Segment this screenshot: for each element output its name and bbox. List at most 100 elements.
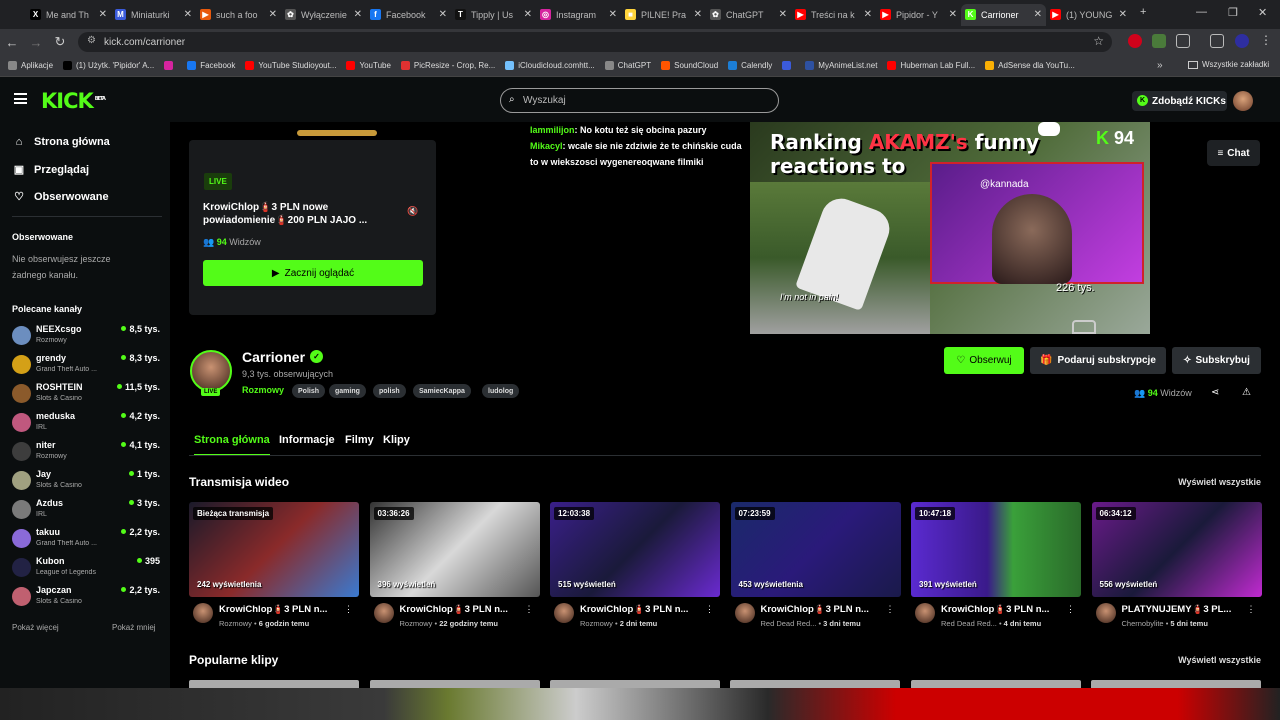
extensions-puzzle-icon[interactable] — [1176, 34, 1190, 48]
browser-tab[interactable]: X Me and Th ✕ — [26, 4, 111, 26]
gift-subs-button[interactable]: 🎁 Podaruj subskrypcje — [1030, 347, 1166, 374]
share-icon[interactable]: ⋖ — [1211, 387, 1219, 398]
tab-close-icon[interactable]: ✕ — [269, 9, 277, 20]
vod-more-icon[interactable]: ⋮ — [886, 604, 895, 615]
tab-close-icon[interactable]: ✕ — [524, 9, 532, 20]
profile-icon[interactable] — [1235, 34, 1249, 48]
stream-category[interactable]: Rozmowy — [242, 385, 284, 395]
recommended-channel[interactable]: NEEXcsgo Rozmowy 8,5 tys. — [12, 324, 160, 350]
vod-title[interactable]: KrowiChlop🧯3 PLN n... — [400, 604, 525, 615]
reading-list-icon[interactable] — [1210, 34, 1224, 48]
vod-card[interactable]: 07:23:59 453 wyświetlenia KrowiChlop🧯3 PLN… — [730, 502, 901, 632]
bookmark-star-icon[interactable]: ☆ — [1093, 34, 1104, 48]
bookmark-item[interactable]: YouTube Studioyout... — [245, 61, 336, 70]
clip-thumbnail[interactable] — [370, 680, 540, 688]
new-tab-button[interactable]: + — [1140, 6, 1146, 18]
vod-channel-avatar[interactable] — [373, 603, 394, 623]
tab-about[interactable]: Informacje — [279, 434, 335, 446]
browser-tab[interactable]: M Miniaturki ✕ — [111, 4, 196, 26]
clip-thumbnail[interactable] — [730, 680, 900, 688]
vod-more-icon[interactable]: ⋮ — [705, 604, 714, 615]
tab-close-icon[interactable]: ✕ — [1034, 9, 1042, 20]
vod-title[interactable]: KrowiChlop🧯3 PLN n... — [761, 604, 886, 615]
bookmark-item[interactable]: AdSense dla YouTu... — [985, 61, 1075, 70]
show-more-link[interactable]: Pokaż więcej — [12, 623, 59, 632]
vod-category[interactable]: Red Dead Red... — [761, 619, 817, 628]
chat-toggle-button[interactable]: ≡ Chat — [1207, 140, 1260, 166]
bookmarks-overflow-icon[interactable]: » — [1157, 60, 1163, 71]
vod-title[interactable]: KrowiChlop🧯3 PLN n... — [219, 604, 344, 615]
channel-avatar[interactable]: LIVE — [190, 350, 232, 396]
browser-tab[interactable]: ✿ ChatGPT ✕ — [706, 4, 791, 26]
recommended-channel[interactable]: ROSHTEIN Slots & Casino 11,5 tys. — [12, 382, 160, 408]
vod-channel-avatar[interactable] — [554, 603, 574, 623]
tab-videos[interactable]: Filmy — [345, 434, 374, 446]
vod-card[interactable]: 06:34:12 556 wyświetleń PLATYNUJEMY🧯3 PL..… — [1091, 502, 1262, 632]
report-icon[interactable]: ⚠ — [1242, 387, 1251, 398]
bookmark-item[interactable]: (1) Użytk. 'Pipidor' A... — [63, 61, 154, 70]
vod-category[interactable]: Chernobylite — [1122, 619, 1164, 628]
tag[interactable]: gaming — [329, 384, 366, 398]
tab-close-icon[interactable]: ✕ — [864, 9, 872, 20]
browser-tab[interactable]: f Facebook ✕ — [366, 4, 451, 26]
recommended-channel[interactable]: meduska IRL 4,2 tys. — [12, 411, 160, 437]
search-input[interactable]: ⌕ Wyszukaj — [500, 88, 779, 113]
clip-thumbnail[interactable] — [911, 680, 1081, 688]
browser-tab[interactable]: ▶ such a foo ✕ — [196, 4, 281, 26]
vod-card[interactable]: 12:03:38 515 wyświetleń KrowiChlop🧯3 PLN n… — [550, 502, 720, 632]
forward-icon[interactable]: → — [24, 35, 48, 50]
tab-close-icon[interactable]: ✕ — [354, 9, 362, 20]
recommended-channel[interactable]: Azdus IRL 3 tys. — [12, 498, 160, 524]
browser-tab[interactable]: K Carrioner ✕ — [961, 3, 1046, 26]
reload-icon[interactable]: ↻ — [48, 34, 72, 50]
site-info-icon[interactable]: ⚙ — [87, 35, 96, 46]
bookmark-item[interactable]: ChatGPT — [604, 61, 651, 70]
sidebar-item-browse[interactable]: ▣ Przeglądaj — [12, 163, 89, 177]
sidebar-item-following[interactable]: ♡ Obserwowane — [12, 190, 109, 204]
channel-name[interactable]: Carrioner — [242, 349, 305, 365]
start-watching-button[interactable]: ▶ Zacznij oglądać — [203, 260, 423, 286]
clip-thumbnail[interactable] — [550, 680, 720, 688]
clip-thumbnail[interactable] — [189, 680, 359, 688]
bookmark-item[interactable] — [164, 61, 177, 70]
browser-tab[interactable]: ◎ Instagram ✕ — [536, 4, 621, 26]
browser-tab[interactable]: ▶ (1) YOUNG ✕ — [1046, 4, 1131, 26]
vod-category[interactable]: Rozmowy — [580, 619, 613, 628]
clips-see-all-link[interactable]: Wyświetl wszystkie — [1178, 655, 1261, 665]
bookmark-item[interactable]: MyAnimeList.net — [805, 61, 877, 70]
vod-channel-avatar[interactable] — [193, 603, 213, 623]
vod-category[interactable]: Red Dead Red... — [941, 619, 997, 628]
opera-extension-icon[interactable] — [1128, 34, 1142, 48]
bookmark-item[interactable]: Huberman Lab Full... — [887, 61, 975, 70]
bookmark-item[interactable]: Facebook — [187, 61, 235, 70]
minimize-icon[interactable]: — — [1196, 6, 1207, 18]
user-avatar[interactable] — [1233, 91, 1253, 111]
vod-category[interactable]: Rozmowy — [400, 619, 433, 628]
get-kicks-button[interactable]: K Zdobądź KICKs — [1132, 91, 1227, 111]
follow-button[interactable]: ♡ Obserwuj — [944, 347, 1024, 374]
vod-title[interactable]: KrowiChlop🧯3 PLN n... — [941, 604, 1066, 615]
vod-card[interactable]: 03:36:26 396 wyświetleń KrowiChlop🧯3 PLN n… — [369, 502, 540, 632]
vod-more-icon[interactable]: ⋮ — [1066, 604, 1075, 615]
tab-home[interactable]: Strona główna — [194, 434, 270, 456]
recommended-channel[interactable]: Jay Slots & Casino 1 tys. — [12, 469, 160, 495]
vod-more-icon[interactable]: ⋮ — [344, 604, 353, 615]
vod-title[interactable]: PLATYNUJEMY🧯3 PL... — [1122, 604, 1247, 615]
bookmark-item[interactable]: YouTube — [346, 61, 391, 70]
kick-logo[interactable]: KICK BETA — [41, 89, 106, 113]
recommended-channel[interactable]: grendy Grand Theft Auto ... 8,3 tys. — [12, 353, 160, 379]
url-input[interactable]: ⚙ kick.com/carrioner ☆ — [78, 32, 1112, 52]
video-player[interactable]: Ranking AKAMZ's funny reactions to @kann… — [750, 122, 1150, 334]
bookmark-item[interactable] — [782, 61, 795, 70]
tag[interactable]: ludolog — [482, 384, 520, 398]
sidebar-item-home[interactable]: ⌂ Strona główna — [12, 136, 110, 148]
browser-tab[interactable]: ▶ Pipidor - Y ✕ — [876, 4, 961, 26]
browser-tab[interactable]: ✿ Wyłączenie ✕ — [281, 4, 366, 26]
tab-close-icon[interactable]: ✕ — [99, 9, 107, 20]
browser-tab[interactable]: ▶ Treści na k ✕ — [791, 4, 876, 26]
bookmark-item[interactable]: iCloudicloud.comhtt... — [505, 61, 595, 70]
vod-category[interactable]: Rozmowy — [219, 619, 252, 628]
tab-clips[interactable]: Klipy — [383, 434, 410, 446]
tab-close-icon[interactable]: ✕ — [609, 9, 617, 20]
vod-card[interactable]: 10:47:18 391 wyświetleń KrowiChlop🧯3 PLN n… — [911, 502, 1081, 632]
